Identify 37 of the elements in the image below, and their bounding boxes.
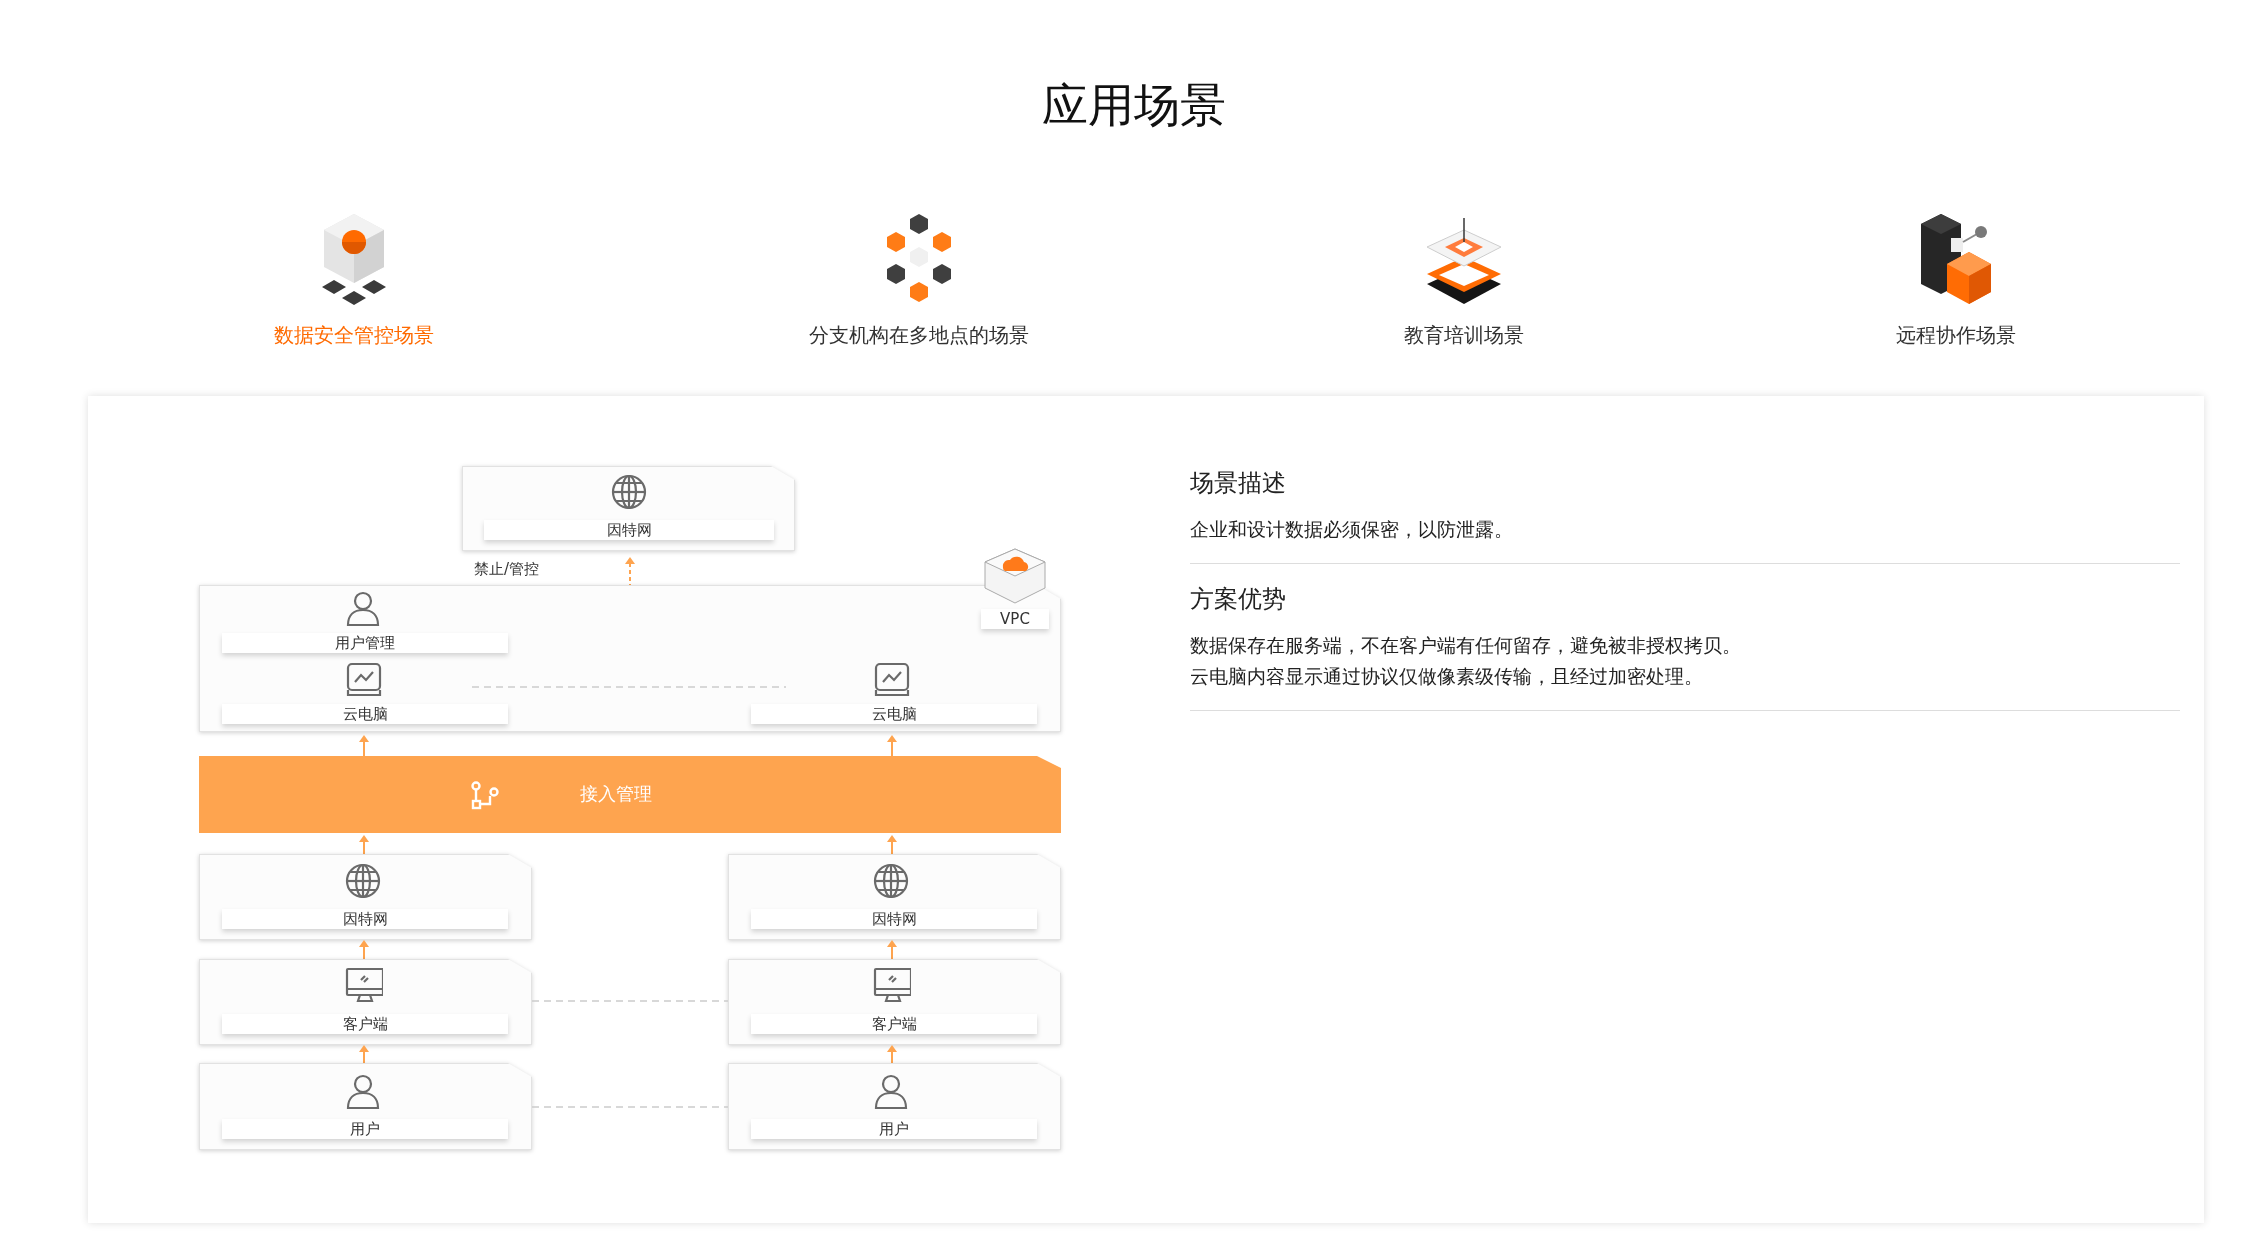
flow-arrow bbox=[887, 1045, 897, 1063]
monitor-chart-icon bbox=[873, 662, 911, 698]
scenario-tab[interactable]: 教育培训场景 bbox=[1404, 321, 1524, 349]
node-label: 云电脑 bbox=[222, 704, 508, 724]
flow-arrow bbox=[887, 835, 897, 854]
branch-icon bbox=[470, 780, 500, 810]
node-label: 因特网 bbox=[484, 520, 774, 540]
bar-label: 接入管理 bbox=[580, 782, 652, 806]
node-label: 用户 bbox=[222, 1119, 508, 1139]
section-text: 企业和设计数据必须保密，以防泄露。 bbox=[1190, 517, 1514, 542]
monitor-icon bbox=[873, 967, 911, 1003]
node-label: 云电脑 bbox=[751, 704, 1037, 724]
flow-arrow bbox=[887, 940, 897, 959]
page-title: 应用场景 bbox=[1041, 77, 1227, 134]
node-label: 因特网 bbox=[751, 909, 1037, 929]
flow-arrow bbox=[359, 835, 369, 854]
monitor-chart-icon bbox=[345, 662, 383, 698]
scenario-tab[interactable]: 分支机构在多地点的场景 bbox=[809, 321, 1029, 349]
globe-icon bbox=[611, 474, 649, 510]
node-label: 因特网 bbox=[222, 909, 508, 929]
flow-arrow bbox=[359, 940, 369, 959]
node-label: 用户 bbox=[751, 1119, 1037, 1139]
scenario-tab[interactable]: 远程协作场景 bbox=[1896, 321, 2016, 349]
section-heading: 场景描述 bbox=[1190, 468, 1287, 499]
vpc-label: VPC bbox=[981, 609, 1049, 629]
flow-arrow bbox=[625, 557, 635, 585]
control-label: 禁止/管控 bbox=[474, 559, 540, 579]
section-text: 云电脑内容显示通过协议仅做像素级传输，且经过加密处理。 bbox=[1190, 664, 1704, 689]
node-label: 客户端 bbox=[222, 1014, 508, 1034]
section-text: 数据保存在服务端，不在客户端有任何留存，避免被非授权拷贝。 bbox=[1190, 633, 1742, 658]
section-heading: 方案优势 bbox=[1190, 584, 1287, 615]
globe-icon bbox=[345, 863, 383, 899]
node-label: 用户管理 bbox=[222, 633, 508, 653]
node-label: 客户端 bbox=[751, 1014, 1037, 1034]
globe-icon bbox=[873, 863, 911, 899]
monitor-icon bbox=[345, 967, 383, 1003]
flow-arrow bbox=[359, 1045, 369, 1063]
